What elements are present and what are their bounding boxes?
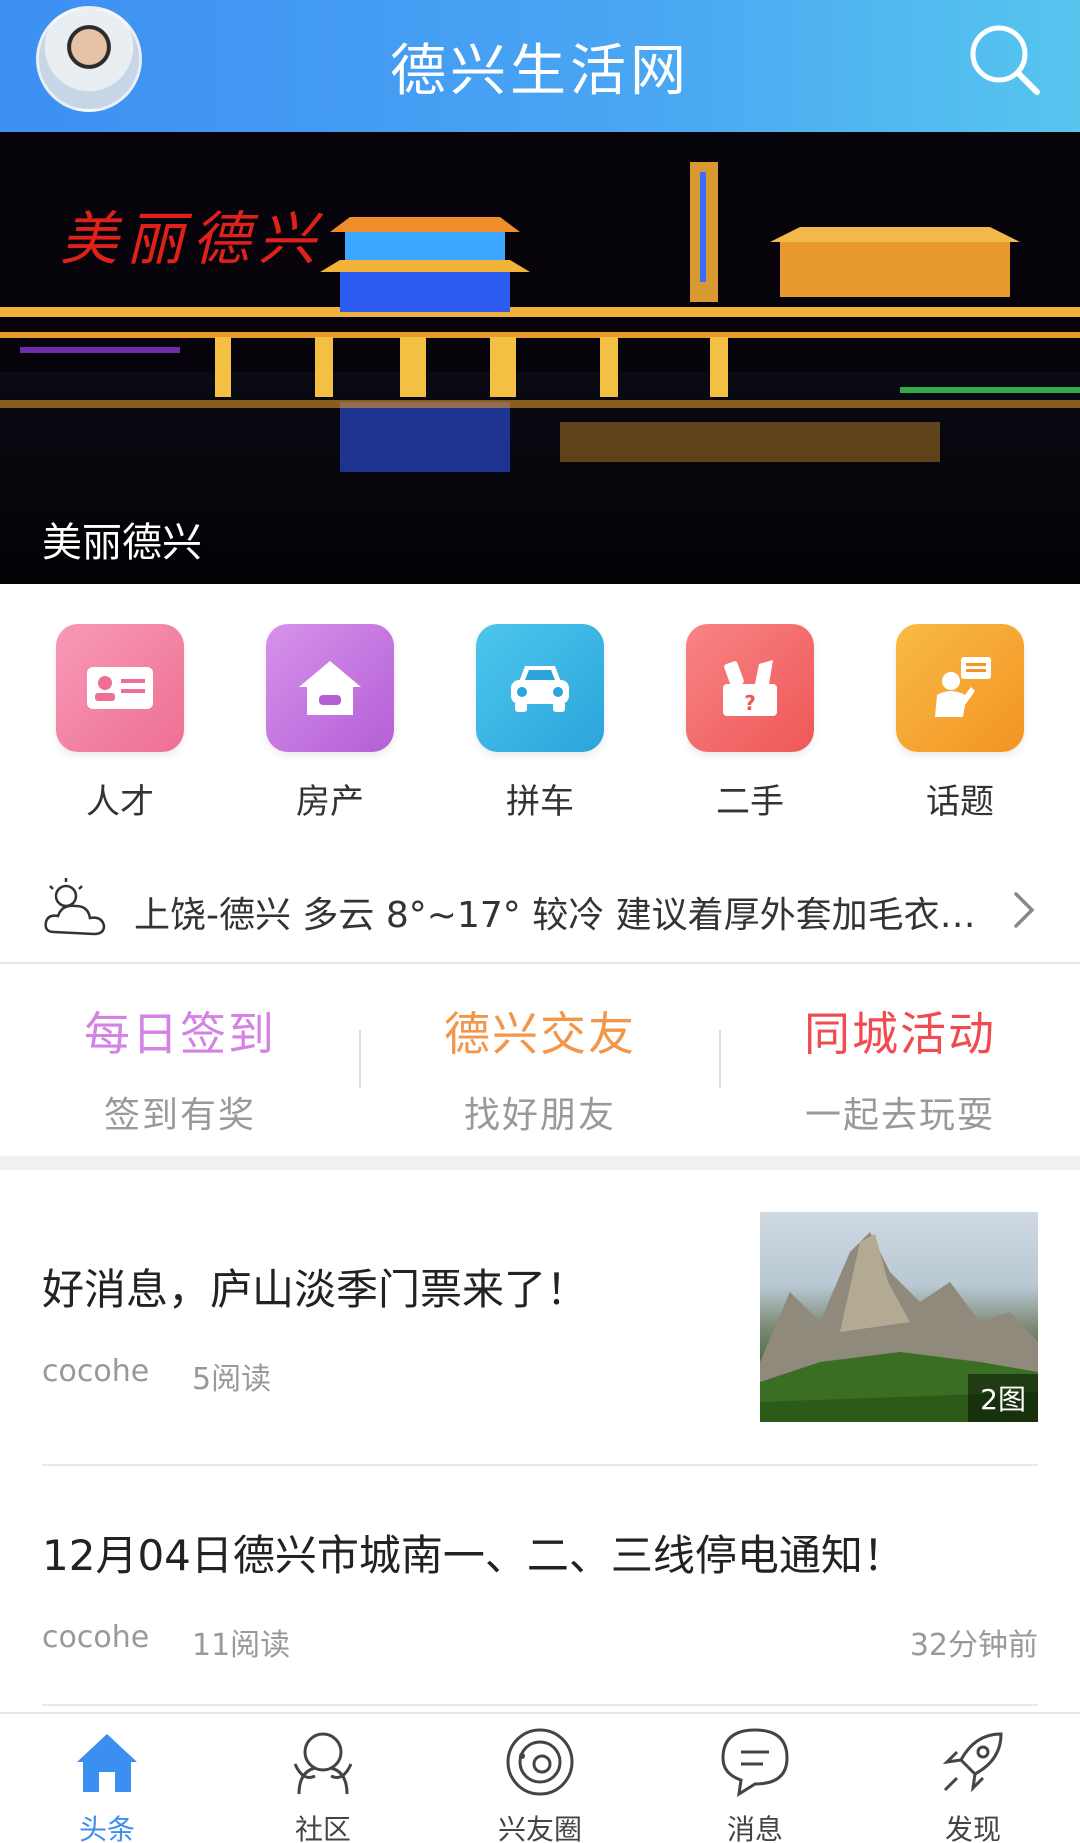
tab-community[interactable]: 社区 [248, 1724, 398, 1843]
banner-carousel[interactable]: 美丽德兴 美丽德兴 [0, 132, 1080, 584]
quick-links: 每日签到 签到有奖 德兴交友 找好朋友 同城活动 一起去玩耍 [0, 966, 1080, 1156]
tab-label: 兴友圈 [497, 1813, 582, 1843]
secondhand-box-icon: ? [686, 624, 814, 752]
bottom-tab-bar: 头条 社区 兴友圈 消息 发现 [0, 1712, 1080, 1843]
tab-discover[interactable]: 发现 [898, 1724, 1048, 1843]
circle-icon [506, 1728, 574, 1796]
category-label: 拼车 [506, 782, 574, 822]
tab-headlines[interactable]: 头条 [32, 1724, 182, 1843]
news-author: cocohe [42, 1620, 150, 1655]
category-grid: 人才 房产 拼车 ? 二手 话题 [0, 584, 1080, 846]
news-title: 12月04日德兴市城南一、二、三线停电通知！ [42, 1531, 905, 1580]
news-time: 32分钟前 [909, 1628, 1038, 1663]
category-property[interactable]: 房产 [265, 624, 395, 823]
banner-caption: 美丽德兴 [42, 520, 202, 566]
tab-label: 发现 [944, 1813, 1001, 1843]
category-talent[interactable]: 人才 [55, 624, 185, 823]
news-title: 好消息，庐山淡季门票来了！ [42, 1265, 589, 1314]
news-reads: 5阅读 [192, 1362, 272, 1397]
house-handshake-icon [266, 624, 394, 752]
id-card-icon [56, 624, 184, 752]
message-icon [721, 1728, 789, 1797]
rocket-icon [942, 1732, 1003, 1793]
weather-text: 上饶-德兴 多云 8°~17° 较冷 建议着厚外套加毛衣… [134, 895, 976, 936]
partly-cloudy-icon [44, 878, 106, 936]
app-header: 德兴生活网 [0, 0, 1080, 132]
quick-link-friends[interactable]: 德兴交友 找好朋友 [360, 998, 720, 1138]
tab-friend-circle[interactable]: 兴友圈 [465, 1724, 615, 1843]
image-count-badge: 2图 [968, 1374, 1038, 1422]
tab-label: 社区 [294, 1813, 351, 1843]
category-label: 人才 [86, 782, 154, 822]
quick-link-title: 德兴交友 [444, 1007, 636, 1061]
search-icon[interactable] [965, 20, 1045, 100]
quick-link-activities[interactable]: 同城活动 一起去玩耍 [720, 998, 1080, 1138]
quick-link-title: 每日签到 [84, 1007, 276, 1061]
category-secondhand[interactable]: ? 二手 [685, 624, 815, 823]
tab-messages[interactable]: 消息 [680, 1724, 830, 1843]
quick-link-checkin[interactable]: 每日签到 签到有奖 [0, 998, 360, 1138]
community-icon [293, 1732, 353, 1795]
news-item[interactable]: 好消息，庐山淡季门票来了！ cocohe 5阅读 2图 [0, 1170, 1080, 1464]
category-label: 房产 [296, 782, 364, 822]
news-reads: 11阅读 [192, 1628, 291, 1663]
divider [42, 1704, 1038, 1706]
svg-text:?: ? [744, 691, 756, 715]
quick-link-subtitle: 找好朋友 [463, 1095, 616, 1136]
car-icon [476, 624, 604, 752]
home-icon [77, 1734, 137, 1792]
quick-link-subtitle: 签到有奖 [103, 1095, 256, 1136]
tab-label: 头条 [78, 1813, 135, 1843]
news-thumbnail: 2图 [760, 1212, 1038, 1422]
tab-label: 消息 [726, 1813, 783, 1843]
category-label: 话题 [926, 782, 994, 822]
speech-person-icon [896, 624, 1024, 752]
category-topic[interactable]: 话题 [895, 624, 1025, 823]
page-title: 德兴生活网 [390, 39, 690, 104]
quick-link-subtitle: 一起去玩耍 [804, 1095, 995, 1136]
quick-link-title: 同城活动 [804, 1007, 996, 1061]
chevron-right-icon [1014, 892, 1035, 928]
news-author: cocohe [42, 1354, 150, 1389]
news-item[interactable]: 12月04日德兴市城南一、二、三线停电通知！ cocohe 11阅读 32分钟前 [0, 1466, 1080, 1706]
category-carpool[interactable]: 拼车 [475, 624, 605, 823]
category-label: 二手 [716, 782, 784, 822]
section-separator [0, 1156, 1080, 1170]
weather-bar[interactable]: 上饶-德兴 多云 8°~17° 较冷 建议着厚外套加毛衣… [0, 860, 1080, 964]
banner-script-title: 美丽德兴 [60, 205, 325, 273]
